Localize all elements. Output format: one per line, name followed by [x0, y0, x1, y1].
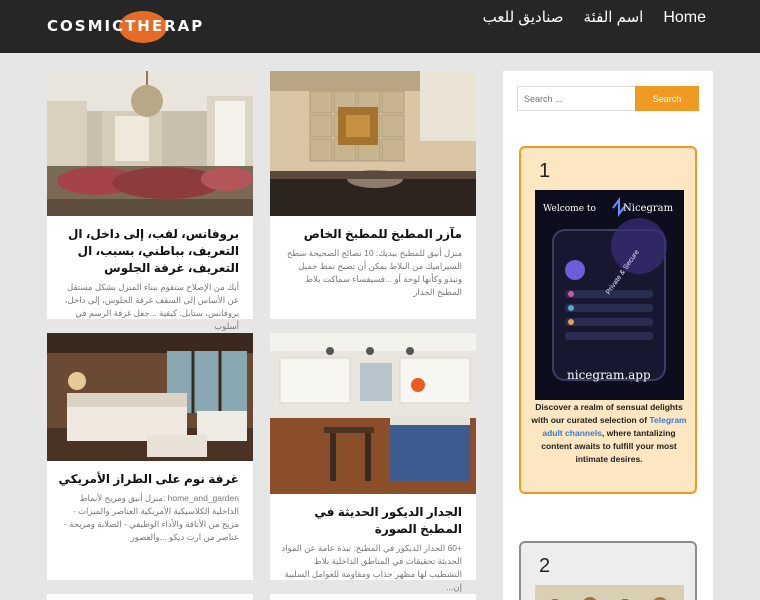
ad-welcome-text: Welcome to [543, 204, 596, 214]
post-excerpt: home_and_garden :منزل أنيق ومريح لأنماط … [63, 493, 239, 542]
post-card-4[interactable]: الجدار الديكور الحديثة في المطبخ الصورة … [270, 333, 476, 592]
post-title[interactable]: غرفة نوم على الطراز الأمريكي [47, 461, 253, 488]
post-title[interactable]: الجدار الديكور الحديثة في المطبخ الصورة [270, 494, 476, 538]
search-form: Search [517, 86, 699, 111]
ad-banner-image[interactable]: Welcome to Nicegram Private & Secure nic… [535, 190, 684, 400]
site-logo[interactable]: COSMICTHERAP [47, 9, 207, 45]
top-bar: COSMICTHERAP صناديق للعب اسم الفئة Home [0, 0, 760, 53]
post-excerpt: أيك من الإصلاح ستقوم ببناء المنزل بشكل م… [64, 282, 239, 331]
post-card-5[interactable] [47, 594, 253, 600]
post-excerpt: +60 الجدار الديكور في المطبخ: نبذة عامة … [281, 543, 462, 592]
ad-number: 2 [539, 555, 551, 577]
post-card-2[interactable]: مآزر المطبخ للمطبخ الخاص منزل أنيق للمطب… [270, 71, 476, 319]
post-card-1[interactable]: بروفانس، لقب، إلى داخل، ال التعريف، بباط… [47, 71, 253, 331]
nav-item-category[interactable]: اسم الفئة [584, 8, 644, 28]
post-image-kitchen[interactable] [270, 333, 476, 494]
main-nav: صناديق للعب اسم الفئة Home [483, 8, 706, 28]
nav-item-toys[interactable]: صناديق للعب [483, 8, 564, 28]
post-card-6[interactable] [270, 594, 476, 600]
ad-number: 1 [539, 160, 551, 182]
ad-widget-1[interactable]: 1 Welcome to Nicegram Private & Secure n… [519, 146, 697, 494]
search-input[interactable] [517, 86, 635, 111]
ad-widget-2[interactable]: 2 [519, 541, 697, 600]
ad-banner-image[interactable] [535, 585, 684, 600]
post-image-bedroom[interactable] [47, 333, 253, 461]
ad-url-text: nicegram.app [567, 368, 651, 382]
post-card-3[interactable]: غرفة نوم على الطراز الأمريكي home_and_ga… [47, 333, 253, 580]
post-image-kitchen-tiles[interactable] [270, 71, 476, 216]
nav-item-home[interactable]: Home [663, 8, 706, 28]
post-excerpt: منزل أنيق للمطبخ ببديك: 10 نصائح الصحيحة… [286, 248, 462, 297]
post-title[interactable]: بروفانس، لقب، إلى داخل، ال التعريف، بباط… [47, 216, 253, 277]
post-title[interactable]: مآزر المطبخ للمطبخ الخاص [270, 216, 476, 243]
ad-brand-text: Nicegram [623, 203, 674, 214]
search-button[interactable]: Search [635, 86, 699, 111]
post-image-living-room[interactable] [47, 71, 253, 216]
sidebar: Search 1 Welcome to Nicegram Private & S… [503, 71, 713, 600]
logo-text: COSMICTHERAP [47, 17, 205, 35]
ad-description: Discover a realm of sensual delights wit… [531, 402, 687, 464]
